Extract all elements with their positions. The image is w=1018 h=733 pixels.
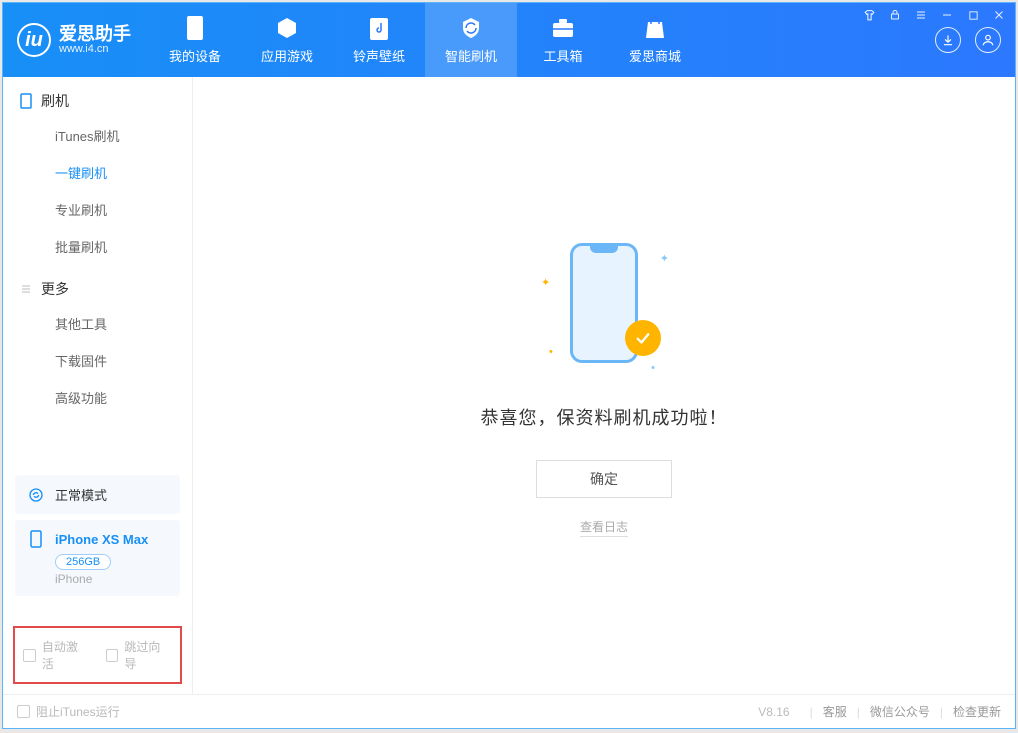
footer-bar: 阻止iTunes运行 V8.16 | 客服 | 微信公众号 | 检查更新 — [3, 694, 1015, 728]
nav-label: 工具箱 — [543, 46, 582, 65]
download-icon[interactable] — [935, 27, 961, 53]
close-icon[interactable] — [991, 7, 1007, 23]
checkbox-label: 跳过向导 — [124, 638, 172, 672]
flash-icon — [459, 16, 483, 40]
mode-card[interactable]: 正常模式 — [15, 475, 180, 514]
footer-right: V8.16 | 客服 | 微信公众号 | 检查更新 — [758, 703, 1001, 720]
sidebar: 刷机 iTunes刷机 一键刷机 专业刷机 批量刷机 更多 其他工具 下载固件 … — [3, 77, 193, 694]
check-badge-icon — [625, 320, 661, 356]
lock-icon[interactable] — [887, 7, 903, 23]
nav-tab-toolbox[interactable]: 工具箱 — [517, 3, 609, 77]
nav-label: 铃声壁纸 — [353, 46, 405, 65]
sparkle-icon: ✦ — [541, 276, 550, 289]
window-controls — [861, 7, 1007, 23]
sidebar-section-more: 更多 — [3, 265, 192, 305]
shirt-icon[interactable] — [861, 7, 877, 23]
main-content: ✦ ✦ • • 恭喜您，保资料刷机成功啦！ 确定 查看日志 — [193, 77, 1015, 694]
nav-label: 应用游戏 — [261, 46, 313, 65]
checkbox-skip-guide[interactable]: 跳过向导 — [106, 638, 173, 672]
version-label: V8.16 — [758, 705, 789, 719]
menu-icon[interactable] — [913, 7, 929, 23]
sidebar-section-title: 更多 — [41, 279, 69, 299]
nav-tabs: 我的设备 应用游戏 铃声壁纸 智能刷机 工具箱 爱思商城 — [149, 3, 701, 77]
sidebar-item-batch-flash[interactable]: 批量刷机 — [3, 228, 192, 265]
sidebar-item-download-firmware[interactable]: 下载固件 — [3, 342, 192, 379]
maximize-icon[interactable] — [965, 7, 981, 23]
logo-title: 爱思助手 — [59, 25, 131, 43]
logo-url: www.i4.cn — [59, 43, 131, 55]
nav-tab-device[interactable]: 我的设备 — [149, 3, 241, 77]
sidebar-section-title: 刷机 — [41, 91, 69, 111]
app-icon — [275, 16, 299, 40]
header-bar: iu 爱思助手 www.i4.cn 我的设备 应用游戏 铃声壁纸 智能刷机 — [3, 3, 1015, 77]
device-card[interactable]: iPhone XS Max 256GB iPhone — [15, 520, 180, 596]
checkbox-icon — [23, 649, 36, 662]
logo-icon: iu — [17, 23, 51, 57]
minimize-icon[interactable] — [939, 7, 955, 23]
body: 刷机 iTunes刷机 一键刷机 专业刷机 批量刷机 更多 其他工具 下载固件 … — [3, 77, 1015, 694]
music-icon — [367, 16, 391, 40]
sidebar-item-itunes-flash[interactable]: iTunes刷机 — [3, 117, 192, 154]
phone-outline-icon — [19, 94, 33, 108]
list-icon — [19, 282, 33, 296]
sidebar-item-other-tools[interactable]: 其他工具 — [3, 305, 192, 342]
footer-link-support[interactable]: 客服 — [823, 703, 847, 720]
success-title: 恭喜您，保资料刷机成功啦！ — [481, 404, 728, 430]
checkbox-label: 阻止iTunes运行 — [36, 703, 120, 720]
sidebar-item-oneclick-flash[interactable]: 一键刷机 — [3, 154, 192, 191]
device-name: iPhone XS Max — [55, 532, 148, 547]
footer-link-update[interactable]: 检查更新 — [953, 703, 1001, 720]
logo[interactable]: iu 爱思助手 www.i4.cn — [3, 3, 149, 77]
user-icon[interactable] — [975, 27, 1001, 53]
footer-link-wechat[interactable]: 微信公众号 — [870, 703, 930, 720]
nav-label: 智能刷机 — [445, 46, 497, 65]
checkbox-icon — [106, 649, 119, 662]
sparkle-icon: ✦ — [660, 252, 669, 265]
nav-label: 爱思商城 — [629, 46, 681, 65]
store-icon — [643, 16, 667, 40]
checkbox-auto-activate[interactable]: 自动激活 — [23, 638, 90, 672]
ok-button[interactable]: 确定 — [536, 460, 672, 498]
highlight-options: 自动激活 跳过向导 — [13, 626, 182, 684]
sidebar-item-pro-flash[interactable]: 专业刷机 — [3, 191, 192, 228]
nav-tab-ringtone[interactable]: 铃声壁纸 — [333, 3, 425, 77]
mode-label: 正常模式 — [55, 485, 107, 504]
device-type: iPhone — [55, 572, 168, 586]
device-storage-badge: 256GB — [55, 554, 111, 570]
sidebar-item-advanced[interactable]: 高级功能 — [3, 379, 192, 416]
checkbox-stop-itunes[interactable]: 阻止iTunes运行 — [17, 703, 120, 720]
nav-tab-flash[interactable]: 智能刷机 — [425, 3, 517, 77]
nav-label: 我的设备 — [169, 46, 221, 65]
checkbox-label: 自动激活 — [42, 638, 90, 672]
nav-tab-store[interactable]: 爱思商城 — [609, 3, 701, 77]
mode-icon — [27, 486, 45, 504]
nav-tab-apps[interactable]: 应用游戏 — [241, 3, 333, 77]
sparkle-icon: • — [549, 346, 553, 358]
checkbox-icon — [17, 705, 30, 718]
toolbox-icon — [551, 16, 575, 40]
sidebar-section-flash: 刷机 — [3, 77, 192, 117]
success-illustration: ✦ ✦ • • — [529, 234, 679, 384]
device-icon — [183, 16, 207, 40]
app-window: iu 爱思助手 www.i4.cn 我的设备 应用游戏 铃声壁纸 智能刷机 — [2, 2, 1016, 729]
device-small-icon — [27, 530, 45, 548]
view-log-link[interactable]: 查看日志 — [580, 518, 628, 537]
sparkle-icon: • — [651, 362, 655, 374]
